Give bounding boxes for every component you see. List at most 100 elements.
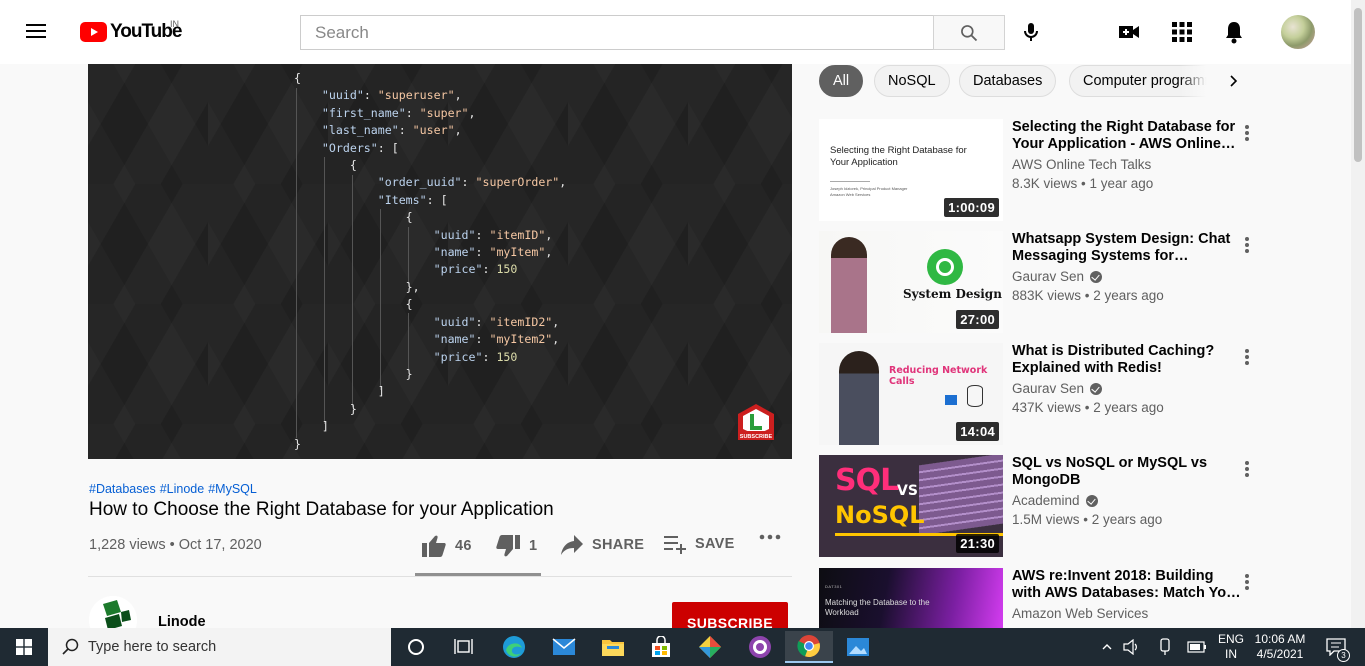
hashtag-link[interactable]: #Linode	[160, 482, 205, 496]
more-vert-icon[interactable]	[1241, 459, 1253, 479]
recommendation-title[interactable]: What is Distributed Caching? Explained w…	[1012, 343, 1242, 377]
recommendation-item[interactable]: SQL VS NoSQL 21:30 SQL vs NoSQL or MySQL…	[819, 455, 1259, 557]
video-thumbnail[interactable]: Reducing Network Calls 14:04	[819, 343, 1003, 445]
store-icon[interactable]	[637, 631, 685, 663]
verified-badge-icon	[1090, 382, 1103, 395]
recommendation-stats: 437K views • 2 years ago	[1012, 400, 1164, 415]
recommendation-stats: 8.3K views • 1 year ago	[1012, 176, 1154, 191]
thumbs-up-icon	[422, 535, 446, 557]
more-actions-button[interactable]	[759, 534, 781, 540]
file-explorer-icon[interactable]	[589, 631, 637, 663]
network-icon[interactable]	[1154, 631, 1176, 663]
recommendation-item[interactable]: Reducing Network Calls 14:04 What is Dis…	[819, 343, 1259, 445]
thumbnail-nosql-text: NoSQL	[835, 501, 925, 529]
channel-label: Amazon Web Services	[1012, 606, 1149, 621]
mail-icon[interactable]	[540, 631, 588, 663]
recommendation-item[interactable]: Selecting the Right Database for Your Ap…	[819, 119, 1259, 221]
microphone-icon[interactable]	[1019, 20, 1043, 44]
recommendation-title[interactable]: Whatsapp System Design: Chat Messaging S…	[1012, 231, 1242, 265]
dislike-button[interactable]: 1	[495, 534, 537, 558]
video-thumbnail[interactable]: System Design 27:00	[819, 231, 1003, 333]
account-avatar[interactable]	[1281, 15, 1315, 49]
video-player[interactable]: { "uuid": "superuser", "first_name": "su…	[88, 64, 792, 459]
whatsapp-logo-ring	[936, 258, 954, 276]
scrollbar-thumb[interactable]	[1354, 8, 1362, 162]
action-center-icon[interactable]: 3	[1318, 631, 1354, 663]
clock-time: 10:06 AM	[1254, 632, 1306, 646]
channel-label: Gaurav Sen	[1012, 381, 1085, 396]
search-button[interactable]	[933, 15, 1005, 50]
cortana-icon[interactable]	[392, 631, 440, 663]
git-app-icon[interactable]	[686, 631, 734, 663]
recommendation-channel[interactable]: Amazon Web Services	[1012, 606, 1148, 621]
subscribe-badge-text: SUBSCRIBE	[740, 434, 773, 440]
chevron-right-icon[interactable]	[1222, 69, 1246, 93]
recommendation-channel[interactable]: Gaurav Sen	[1012, 381, 1103, 396]
page-scrollbar[interactable]	[1351, 0, 1365, 628]
recommendation-channel[interactable]: Gaurav Sen	[1012, 269, 1103, 284]
task-view-icon[interactable]	[440, 631, 488, 663]
video-thumbnail[interactable]: DAT301 Matching the Database to the Work…	[819, 568, 1003, 628]
chip-all[interactable]: All	[819, 65, 864, 97]
volume-icon[interactable]	[1121, 631, 1143, 663]
masthead: YouTube IN Search	[0, 0, 1351, 64]
windows-taskbar: Type here to search ENG IN 10:06 AM 4/5/…	[0, 628, 1365, 666]
video-thumbnail[interactable]: SQL VS NoSQL 21:30	[819, 455, 1003, 557]
presenter-figure	[831, 237, 867, 333]
like-count: 46	[455, 538, 472, 554]
more-vert-icon[interactable]	[1241, 123, 1253, 143]
search-icon	[961, 24, 978, 41]
recommendation-title[interactable]: AWS re:Invent 2018: Building with AWS Da…	[1012, 568, 1242, 602]
taskbar-search-input[interactable]: Type here to search	[48, 628, 391, 666]
hamburger-menu-icon[interactable]	[24, 20, 48, 44]
recommendation-channel[interactable]: Academind	[1012, 493, 1098, 508]
windows-start-icon[interactable]	[0, 628, 48, 666]
video-views-date: 1,228 views • Oct 17, 2020	[89, 537, 262, 553]
save-button[interactable]: SAVE	[663, 534, 735, 554]
search-input[interactable]: Search	[300, 15, 934, 50]
recommendation-item[interactable]: System Design 27:00 Whatsapp System Desi…	[819, 231, 1259, 333]
presenter-figure	[839, 351, 879, 445]
spreadsheet-graphic	[919, 455, 1003, 536]
edge-browser-icon[interactable]	[490, 631, 538, 663]
battery-icon[interactable]	[1185, 631, 1209, 663]
thumbnail-subtitle: Joseph Idziorek, Principal Product Manag…	[830, 186, 908, 197]
language-indicator[interactable]: ENG IN	[1216, 632, 1246, 662]
thumbnail-sql-text: SQL	[835, 463, 899, 498]
channel-label: Academind	[1012, 493, 1080, 508]
video-duration: 14:04	[956, 422, 999, 441]
more-vert-icon[interactable]	[1241, 235, 1253, 255]
video-thumbnail[interactable]: Selecting the Right Database for Your Ap…	[819, 119, 1003, 221]
code-snippet: { "uuid": "superuser", "first_name": "su…	[294, 71, 567, 451]
recommendation-stats: 1.5M views • 2 years ago	[1012, 512, 1163, 527]
share-label: SHARE	[592, 537, 645, 553]
notifications-bell-icon[interactable]	[1222, 20, 1246, 44]
subscribe-badge-icon: SUBSCRIBE	[738, 404, 774, 440]
photos-app-icon[interactable]	[834, 631, 882, 663]
more-vert-icon[interactable]	[1241, 572, 1253, 592]
video-title: How to Choose the Right Database for you…	[89, 499, 554, 520]
hashtag-link[interactable]: #Databases	[89, 482, 156, 496]
recommendation-title[interactable]: Selecting the Right Database for Your Ap…	[1012, 119, 1242, 153]
chip-fade	[1180, 65, 1224, 97]
thumbnail-title: Matching the Database to the Workload	[825, 598, 930, 617]
chrome-browser-icon[interactable]	[785, 631, 833, 663]
clock[interactable]: 10:06 AM 4/5/2021	[1250, 632, 1310, 662]
recommendation-title[interactable]: SQL vs NoSQL or MySQL vs MongoDB	[1012, 455, 1242, 489]
chevron-up-icon[interactable]	[1098, 631, 1116, 663]
hashtag-link[interactable]: #MySQL	[208, 482, 257, 496]
like-button[interactable]: 46	[421, 534, 472, 558]
chat-app-icon[interactable]	[736, 631, 784, 663]
recommendation-item[interactable]: DAT301 Matching the Database to the Work…	[819, 568, 1259, 628]
create-video-icon[interactable]	[1117, 20, 1141, 44]
save-label: SAVE	[695, 536, 735, 552]
recommendation-channel[interactable]: AWS Online Tech Talks	[1012, 157, 1151, 172]
chip-nosql[interactable]: NoSQL	[874, 65, 950, 97]
search-placeholder: Search	[315, 22, 369, 42]
apps-grid-icon[interactable]	[1170, 20, 1194, 44]
more-vert-icon[interactable]	[1241, 347, 1253, 367]
chip-databases[interactable]: Databases	[959, 65, 1057, 97]
youtube-logo[interactable]: YouTube IN	[80, 19, 182, 43]
share-button[interactable]: SHARE	[560, 534, 644, 556]
taskbar-search-placeholder: Type here to search	[88, 639, 217, 655]
